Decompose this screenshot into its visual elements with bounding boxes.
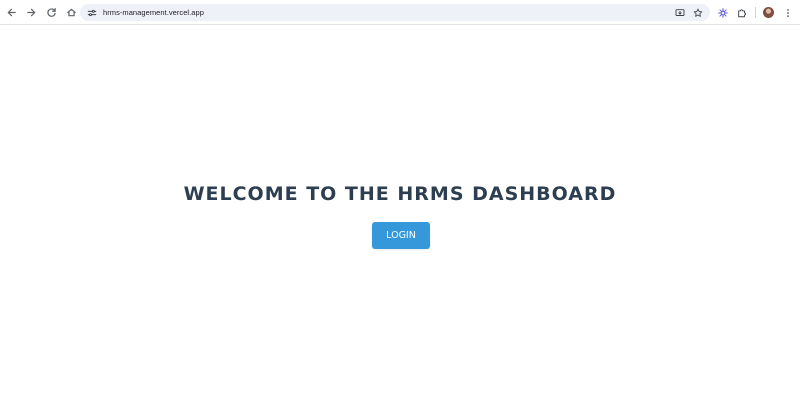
home-icon[interactable] [62, 3, 80, 21]
site-info-icon[interactable] [84, 5, 100, 21]
toolbar-divider [755, 7, 756, 18]
forward-icon[interactable] [22, 3, 40, 21]
page-title: WELCOME TO THE HRMS DASHBOARD [183, 183, 617, 205]
login-button[interactable]: LOGIN [372, 222, 430, 249]
address-bar[interactable]: hrms-management.vercel.app [80, 4, 710, 21]
page-content: WELCOME TO THE HRMS DASHBOARD LOGIN [0, 25, 800, 405]
back-icon[interactable] [2, 3, 20, 21]
star-icon[interactable] [692, 7, 704, 19]
url-text[interactable]: hrms-management.vercel.app [103, 8, 204, 17]
puzzle-icon[interactable] [733, 4, 750, 21]
browser-toolbar: hrms-management.vercel.app [0, 0, 800, 25]
gear-extension-icon[interactable] [714, 4, 731, 21]
avatar[interactable] [763, 7, 774, 18]
more-vertical-icon[interactable] [779, 4, 796, 21]
reload-icon[interactable] [42, 3, 60, 21]
install-app-icon[interactable] [674, 7, 686, 19]
